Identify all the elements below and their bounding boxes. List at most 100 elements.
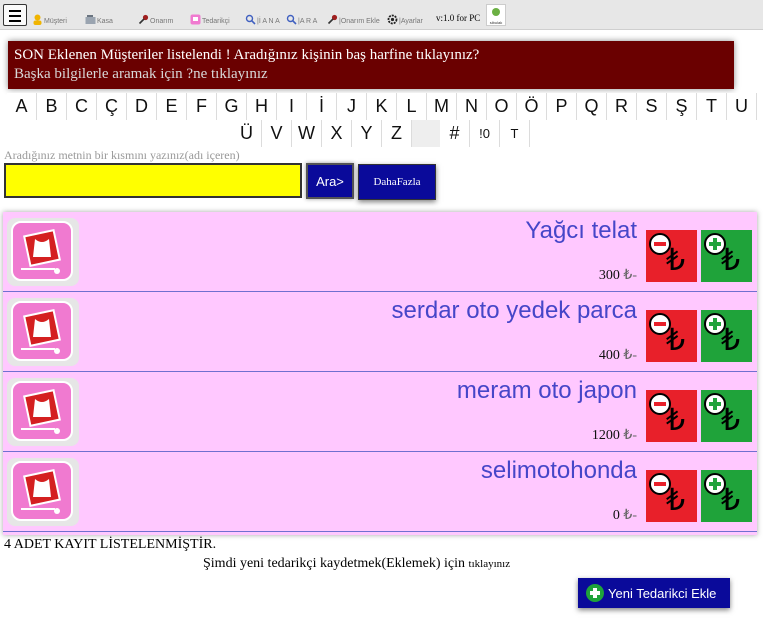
letter-button[interactable]: Q (577, 93, 607, 120)
search-hint: Aradığınız metnin bir kısmını yazınız(ad… (4, 148, 240, 162)
app-logo[interactable]: sibulak (486, 4, 506, 26)
letter-button[interactable]: Z (382, 120, 412, 147)
currency-suffix: ₺- (623, 428, 637, 443)
add-hint-link[interactable]: tıklayınız (469, 558, 511, 570)
nav-label: |Onarım Ekle (339, 18, 380, 25)
letter-button[interactable]: L (397, 93, 427, 120)
search-input[interactable] (4, 163, 302, 198)
letter-button[interactable]: V (262, 120, 292, 147)
list-item[interactable]: serdar oto yedek parca 400 ₺- ₺ ₺ (3, 292, 757, 372)
letter-button[interactable]: M (427, 93, 457, 120)
letter-button[interactable]: K (367, 93, 397, 120)
subtract-payment-button[interactable]: ₺ (646, 310, 697, 362)
record-name[interactable]: serdar oto yedek parca (392, 297, 637, 325)
list-item[interactable]: Yağcı telat 300 ₺- ₺ ₺ (3, 212, 757, 292)
lira-icon: ₺ (666, 243, 686, 278)
letter-button[interactable]: B (37, 93, 67, 120)
nav-ayarlar[interactable]: |Ayarlar (387, 7, 423, 25)
add-payment-button[interactable]: ₺ (701, 390, 752, 442)
symbol-button[interactable]: T (500, 120, 530, 147)
amount-value: 0 (612, 508, 620, 523)
search-icon (245, 14, 256, 25)
letter-button[interactable]: İ (307, 93, 337, 120)
lira-icon: ₺ (721, 243, 741, 278)
symbol-button[interactable]: !0 (470, 120, 500, 147)
subtract-payment-button[interactable]: ₺ (646, 390, 697, 442)
lira-icon: ₺ (666, 323, 686, 358)
currency-suffix: ₺- (623, 508, 637, 523)
add-payment-button[interactable]: ₺ (701, 310, 752, 362)
amount-value: 400 (598, 348, 620, 363)
record-amount: 1200 ₺- (592, 427, 637, 444)
amount-value: 1200 (591, 428, 620, 443)
person-icon (32, 14, 43, 25)
search-button[interactable]: Ara> (306, 163, 354, 199)
wrench-icon (327, 14, 338, 25)
letter-button[interactable]: X (322, 120, 352, 147)
nav-onarim[interactable]: Onarım (138, 7, 173, 25)
top-toolbar: Müşteri Kasa Onarım Tedarikçi |İ A N A |… (0, 0, 763, 30)
letter-button[interactable]: J (337, 93, 367, 120)
letter-button[interactable]: F (187, 93, 217, 120)
symbol-button[interactable]: # (440, 120, 470, 147)
letter-button[interactable]: Y (352, 120, 382, 147)
letter-button[interactable]: Ü (232, 120, 262, 147)
list-item[interactable]: meram oto japon 1200 ₺- ₺ ₺ (3, 372, 757, 452)
add-supplier-button[interactable]: Yeni Tedarikci Ekle (578, 578, 730, 608)
letter-button[interactable]: H (247, 93, 277, 120)
add-supplier-label: Yeni Tedarikci Ekle (608, 585, 717, 601)
nav-label: |Ayarlar (399, 18, 423, 25)
notice-line-1: SON Eklenen Müşteriler listelendi ! Arad… (14, 47, 480, 63)
letter-button[interactable]: Ş (667, 93, 697, 120)
add-hint-text: Şimdi yeni tedarikçi kaydetmek(Eklemek) … (203, 556, 466, 571)
nav-label: |İ A N A (257, 18, 280, 25)
nav-label: Kasa (97, 18, 113, 25)
nav-musteri[interactable]: Müşteri (32, 7, 67, 25)
list-item[interactable]: selimotohonda 0 ₺- ₺ ₺ (3, 452, 757, 532)
record-name[interactable]: meram oto japon (457, 377, 637, 405)
letter-button[interactable]: I (277, 93, 307, 120)
nav-label: Tedarikçi (202, 18, 230, 25)
lira-icon: ₺ (721, 483, 741, 518)
nav-onarim-ekle[interactable]: |Onarım Ekle (327, 7, 380, 25)
letter-button-blank[interactable] (412, 120, 442, 147)
letter-button[interactable]: Ç (97, 93, 127, 120)
add-supplier-hint: Şimdi yeni tedarikçi kaydetmek(Eklemek) … (203, 556, 510, 572)
hamburger-menu-icon[interactable] (3, 4, 27, 26)
letter-button[interactable]: D (127, 93, 157, 120)
currency-suffix: ₺- (623, 268, 637, 283)
letter-button[interactable]: A (7, 93, 37, 120)
amount-value: 300 (598, 268, 620, 283)
notice-line-2[interactable]: Başka bilgilerle aramak için ?ne tıklayı… (14, 65, 728, 84)
add-payment-button[interactable]: ₺ (701, 470, 752, 522)
nav-kasa[interactable]: Kasa (85, 7, 113, 25)
letter-button[interactable]: W (292, 120, 322, 147)
currency-suffix: ₺- (623, 348, 637, 363)
letter-button[interactable]: N (457, 93, 487, 120)
nav-ara[interactable]: |A R A (286, 7, 317, 25)
subtract-payment-button[interactable]: ₺ (646, 230, 697, 282)
more-button[interactable]: DahaFazla (358, 164, 436, 200)
nav-iana[interactable]: |İ A N A (245, 7, 280, 25)
letter-button[interactable]: E (157, 93, 187, 120)
record-name[interactable]: Yağcı telat (525, 217, 637, 245)
record-name[interactable]: selimotohonda (481, 457, 637, 485)
letter-button[interactable]: G (217, 93, 247, 120)
search-icon (286, 14, 297, 25)
nav-label: Onarım (150, 18, 174, 25)
lira-icon: ₺ (666, 403, 686, 438)
record-amount: 0 ₺- (613, 507, 637, 524)
letter-button[interactable]: P (547, 93, 577, 120)
nav-tedarikci[interactable]: Tedarikçi (190, 7, 230, 25)
letter-button[interactable]: S (637, 93, 667, 120)
cash-register-icon (85, 14, 96, 25)
subtract-payment-button[interactable]: ₺ (646, 470, 697, 522)
letter-button[interactable]: O (487, 93, 517, 120)
letter-button[interactable]: T (697, 93, 727, 120)
add-payment-button[interactable]: ₺ (701, 230, 752, 282)
letter-button[interactable]: C (67, 93, 97, 120)
letter-button[interactable]: U (727, 93, 757, 120)
letter-button[interactable]: Ö (517, 93, 547, 120)
record-count: 4 ADET KAYIT LİSTELENMİŞTİR. (4, 537, 217, 552)
letter-button[interactable]: R (607, 93, 637, 120)
